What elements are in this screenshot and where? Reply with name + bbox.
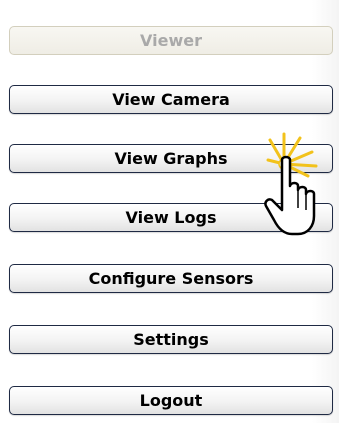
navigation-menu-panel: Viewer View Camera View Graphs View Logs… (0, 0, 339, 423)
view-graphs-button[interactable]: View Graphs (9, 144, 333, 173)
settings-button[interactable]: Settings (9, 325, 333, 354)
view-logs-button[interactable]: View Logs (9, 203, 333, 232)
view-camera-button[interactable]: View Camera (9, 85, 333, 114)
viewer-header-button: Viewer (9, 26, 333, 55)
configure-sensors-button[interactable]: Configure Sensors (9, 264, 333, 293)
logout-button[interactable]: Logout (9, 386, 333, 415)
